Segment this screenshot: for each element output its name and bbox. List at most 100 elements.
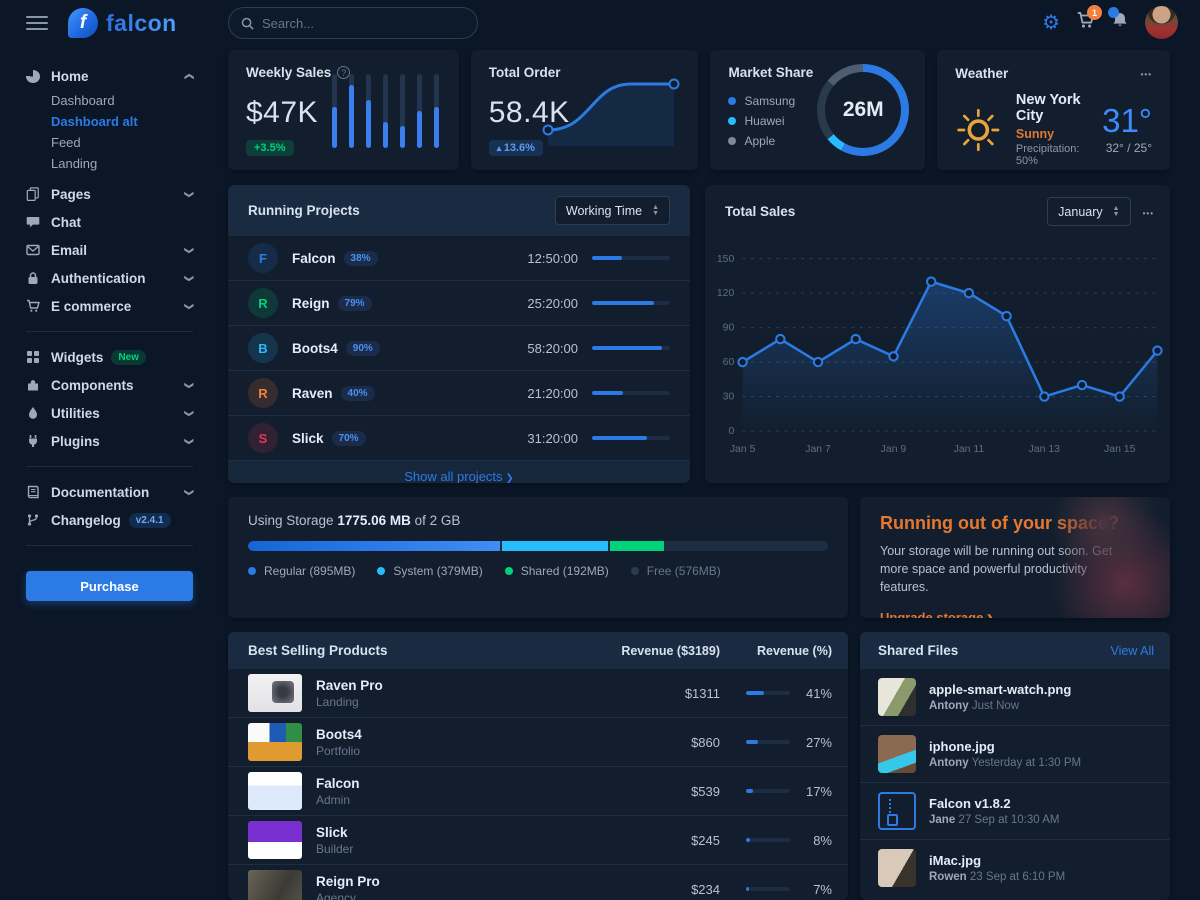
running-projects-title: Running Projects <box>248 203 360 218</box>
weather-card: Weather New York City Sunny Precipitatio… <box>937 50 1170 170</box>
sidebar-item-home[interactable]: Home ❯ <box>26 62 193 90</box>
brand-logo[interactable]: f falcon <box>68 8 177 38</box>
file-time: Just Now <box>972 700 1019 712</box>
settings-gear-icon[interactable]: ⚙ <box>1042 10 1060 35</box>
sidebar-divider <box>26 545 193 546</box>
sidebar-item-ecommerce[interactable]: E commerce❯ <box>26 292 193 320</box>
sidebar-item-landing[interactable]: Landing <box>51 153 193 174</box>
working-time-select[interactable]: Working Time ▲▼ <box>555 196 670 225</box>
file-thumbnail <box>878 849 916 887</box>
project-name[interactable]: Raven <box>292 386 333 401</box>
book-icon <box>26 485 40 499</box>
sort-arrows-icon: ▲▼ <box>652 205 659 217</box>
sidebar-item-plugins[interactable]: Plugins❯ <box>26 427 193 455</box>
upgrade-storage-link[interactable]: Upgrade storage <box>880 610 994 618</box>
sidebar: Home ❯ Dashboard Dashboard alt Feed Land… <box>0 46 215 900</box>
product-category: Builder <box>316 842 353 856</box>
chevron-down-icon: ❯ <box>184 437 195 445</box>
view-all-link[interactable]: View All <box>1110 644 1154 658</box>
puzzle-icon <box>26 378 40 392</box>
revenue-column-header: Revenue ($3189) <box>570 644 720 658</box>
svg-text:Jan 15: Jan 15 <box>1104 444 1136 455</box>
project-avatar: B <box>248 333 278 363</box>
project-name[interactable]: Slick <box>292 431 324 446</box>
revenue-bar <box>746 789 790 793</box>
svg-text:60: 60 <box>723 357 735 368</box>
revenue-bar <box>746 740 790 744</box>
product-name[interactable]: Boots4 <box>316 727 362 742</box>
file-item: Falcon v1.8.2 Jane 27 Sep at 10:30 AM <box>860 782 1170 839</box>
product-name[interactable]: Raven Pro <box>316 678 383 693</box>
shared-files-card: Shared Files View All apple-smart-watch.… <box>860 632 1170 900</box>
total-sales-card: Total Sales January ▲▼ 0306090120150Jan … <box>705 185 1170 483</box>
project-name[interactable]: Reign <box>292 296 330 311</box>
search-field[interactable] <box>262 16 452 31</box>
sidebar-item-pages[interactable]: Pages❯ <box>26 180 193 208</box>
project-row: F Falcon 38% 12:50:00 <box>228 236 690 281</box>
project-time: 21:20:00 <box>512 386 578 401</box>
sidebar-item-changelog[interactable]: Changelog v2.4.1 <box>26 506 193 534</box>
product-row: Slick Builder $245 8% <box>228 816 848 865</box>
project-time: 31:20:00 <box>512 431 578 446</box>
file-name[interactable]: iMac.jpg <box>929 853 1065 868</box>
pages-icon <box>26 187 40 201</box>
sidebar-item-components[interactable]: Components❯ <box>26 371 193 399</box>
sidebar-item-dashboard[interactable]: Dashboard <box>51 90 193 111</box>
product-revenue: $539 <box>570 784 720 799</box>
card-menu-icon[interactable] <box>1143 203 1154 221</box>
space-card-body: Your storage will be running out soon. G… <box>880 542 1130 596</box>
product-revenue: $860 <box>570 735 720 750</box>
sidebar-item-feed[interactable]: Feed <box>51 132 193 153</box>
chevron-down-icon: ❯ <box>184 190 195 198</box>
svg-text:30: 30 <box>723 392 735 403</box>
project-progress-bar <box>592 256 670 260</box>
sidebar-item-dashboard-alt[interactable]: Dashboard alt <box>51 111 193 132</box>
product-name[interactable]: Reign Pro <box>316 874 380 889</box>
project-row: S Slick 70% 31:20:00 <box>228 416 690 461</box>
new-badge: New <box>111 350 146 365</box>
file-name[interactable]: apple-smart-watch.png <box>929 682 1071 697</box>
project-name[interactable]: Falcon <box>292 251 336 266</box>
revenue-percent: 41% <box>800 686 832 701</box>
best-selling-products-card: Best Selling Products Revenue ($3189) Re… <box>228 632 848 900</box>
sidebar-item-utilities[interactable]: Utilities❯ <box>26 399 193 427</box>
sidebar-item-authentication[interactable]: Authentication❯ <box>26 264 193 292</box>
file-name[interactable]: iphone.jpg <box>929 739 1081 754</box>
market-share-card: Market Share Samsung Huawei Apple 26M <box>710 50 925 170</box>
purchase-button[interactable]: Purchase <box>26 571 193 601</box>
project-percent-badge: 38% <box>344 251 378 266</box>
notifications-bell-icon[interactable] <box>1111 11 1129 34</box>
product-thumbnail <box>248 821 302 859</box>
email-icon <box>26 243 40 257</box>
file-author: Antony <box>929 700 969 712</box>
project-progress-bar <box>592 436 670 440</box>
hamburger-menu-icon[interactable] <box>26 12 48 34</box>
product-revenue: $234 <box>570 882 720 897</box>
card-menu-icon[interactable] <box>1141 64 1152 82</box>
sidebar-item-documentation[interactable]: Documentation❯ <box>26 478 193 506</box>
project-percent-badge: 70% <box>332 431 366 446</box>
falcon-logo-icon: f <box>68 8 98 38</box>
project-row: R Reign 79% 25:20:00 <box>228 281 690 326</box>
month-select[interactable]: January ▲▼ <box>1047 197 1130 226</box>
file-item: iphone.jpg Antony Yesterday at 1:30 PM <box>860 725 1170 782</box>
project-name[interactable]: Boots4 <box>292 341 338 356</box>
sidebar-item-chat[interactable]: Chat <box>26 208 193 236</box>
sidebar-item-email[interactable]: Email❯ <box>26 236 193 264</box>
revenue-bar <box>746 838 790 842</box>
plug-icon <box>26 434 40 448</box>
weather-precipitation: Precipitation: 50% <box>1016 143 1102 167</box>
project-row: B Boots4 90% 58:20:00 <box>228 326 690 371</box>
project-progress-bar <box>592 301 670 305</box>
search-input[interactable] <box>228 7 478 39</box>
file-name[interactable]: Falcon v1.8.2 <box>929 796 1059 811</box>
product-name[interactable]: Falcon <box>316 776 360 791</box>
cart-icon[interactable]: 1 <box>1076 11 1095 34</box>
product-name[interactable]: Slick <box>316 825 353 840</box>
revenue-percent: 27% <box>800 735 832 750</box>
weekly-sales-change-badge: +3.5% <box>246 140 294 156</box>
user-avatar[interactable] <box>1145 6 1178 39</box>
svg-text:Jan 7: Jan 7 <box>805 444 831 455</box>
sidebar-item-widgets[interactable]: Widgets New <box>26 343 193 371</box>
show-all-projects-link[interactable]: Show all projects <box>404 469 513 484</box>
